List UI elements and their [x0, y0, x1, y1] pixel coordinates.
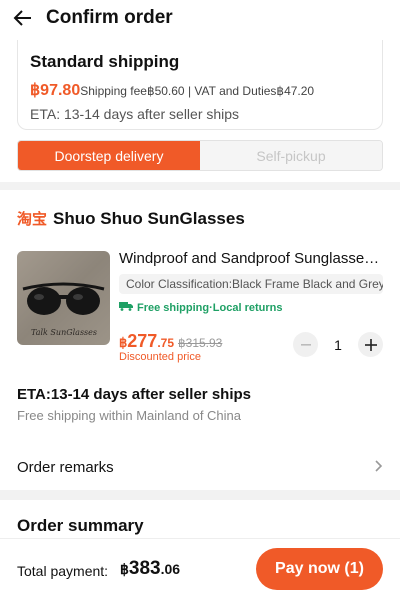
- product-info: Windproof and Sandproof Sunglasses for M…: [119, 250, 383, 314]
- free-shipping-text: Free shipping·Local returns: [137, 301, 283, 314]
- price-currency: ฿: [119, 335, 128, 350]
- minus-icon: [300, 343, 311, 346]
- shipping-fee-detail: Shipping fee฿50.60 | VAT and Duties฿47.2…: [80, 84, 315, 98]
- quantity-value: 1: [334, 336, 342, 353]
- shop-section: 淘宝 Shuo Shuo SunGlasses Talk SunGlasses …: [0, 190, 400, 490]
- free-shipping-badge: Free shipping·Local returns: [119, 301, 383, 314]
- doorstep-delivery-tab[interactable]: Doorstep delivery: [18, 141, 200, 170]
- shipping-eta: ETA: 13-14 days after seller ships: [30, 106, 240, 122]
- quantity-stepper: 1: [293, 332, 383, 357]
- variant-selector[interactable]: Color Classification:Black Frame Black a…: [119, 274, 383, 294]
- total-decimal: .06: [160, 561, 181, 577]
- payment-footer: Total payment: ฿ 383 .06 Pay now (1): [0, 538, 400, 600]
- shipping-title: Standard shipping: [30, 52, 180, 71]
- order-remarks-row[interactable]: Order remarks: [17, 459, 383, 476]
- self-pickup-tab[interactable]: Self-pickup: [200, 141, 382, 170]
- truck-icon: [119, 301, 133, 314]
- product-image-caption: Talk SunGlasses: [31, 328, 97, 337]
- total-payment-label: Total payment:: [17, 563, 109, 579]
- decrease-quantity-button[interactable]: [293, 332, 318, 357]
- pay-now-button[interactable]: Pay now (1): [256, 548, 383, 590]
- original-price: ฿315.93: [178, 336, 223, 350]
- eta-subtitle: Free shipping within Mainland of China: [17, 408, 242, 423]
- shop-name: Shuo Shuo SunGlasses: [53, 208, 245, 228]
- plus-icon: [364, 338, 377, 351]
- product-price: ฿ 277 .75 ฿315.93: [119, 331, 222, 352]
- delivery-toggle: Doorstep delivery Self-pickup: [17, 140, 383, 171]
- order-remarks-label: Order remarks: [17, 459, 114, 476]
- shipping-card[interactable]: Standard shipping ฿97.80 Shipping fee฿50…: [17, 40, 383, 130]
- discount-label: Discounted price: [119, 351, 201, 363]
- shipping-price-line: ฿97.80 Shipping fee฿50.60 | VAT and Duti…: [30, 80, 370, 100]
- increase-quantity-button[interactable]: [358, 332, 383, 357]
- back-arrow-icon[interactable]: [12, 7, 34, 29]
- taobao-logo: 淘宝: [17, 211, 48, 228]
- shipping-section: Standard shipping ฿97.80 Shipping fee฿50…: [0, 36, 400, 182]
- page-title: Confirm order: [46, 7, 173, 28]
- eta-title: ETA:13-14 days after seller ships: [17, 386, 251, 403]
- order-summary-title: Order summary: [17, 516, 144, 535]
- chevron-right-icon: [375, 459, 383, 476]
- product-name[interactable]: Windproof and Sandproof Sunglasses for M…: [119, 250, 383, 267]
- shop-header: 淘宝 Shuo Shuo SunGlasses: [17, 208, 245, 229]
- price-integer: 277: [127, 331, 158, 351]
- product-image[interactable]: Talk SunGlasses: [17, 251, 110, 345]
- total-payment-value: ฿ 383 .06: [120, 558, 180, 580]
- total-integer: 383: [128, 558, 161, 579]
- shipping-price: ฿97.80: [30, 82, 81, 99]
- header-bar: Confirm order: [0, 0, 400, 36]
- price-decimal: .75: [157, 336, 175, 350]
- total-currency: ฿: [120, 561, 129, 577]
